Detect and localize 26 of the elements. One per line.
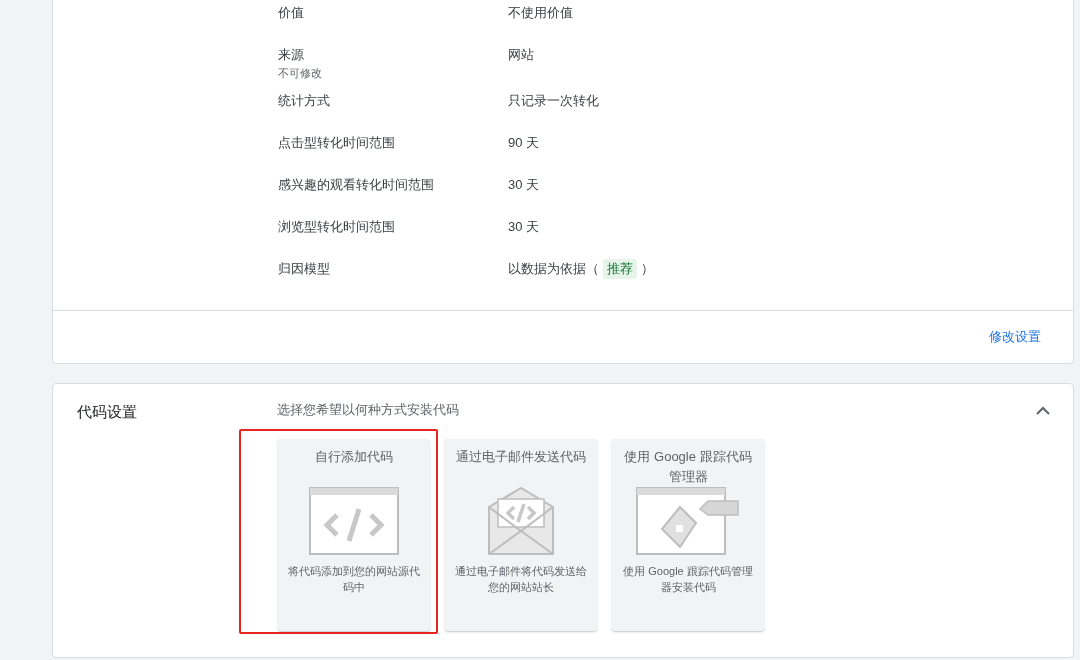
recommended-tag: 推荐 [603, 259, 637, 279]
section-subtitle: 选择您希望以何种方式安装代码 [277, 401, 460, 419]
setting-label: 浏览型转化时间范围 [278, 218, 396, 236]
code-window-icon [309, 487, 399, 555]
setting-value: ） [641, 260, 654, 278]
setting-value: 30 天 [508, 218, 540, 236]
setting-value: 网站 [508, 46, 534, 64]
setting-note: 不可修改 [278, 66, 323, 80]
section-title: 代码设置 [77, 402, 138, 422]
setting-value: 不使用价值 [508, 4, 573, 22]
install-option-card[interactable]: 通过电子邮件发送代码 通过电子邮件将代码发送给您的网站站长 [445, 439, 597, 631]
edit-settings-link[interactable]: 修改设置 [989, 328, 1041, 346]
envelope-code-icon [488, 487, 554, 555]
tag-window-icon [636, 487, 740, 555]
install-option-card[interactable]: 自行添加代码 将代码添加到您的网站源代码中 [278, 439, 430, 631]
setting-value: 只记录一次转化 [508, 92, 599, 110]
setting-label: 感兴趣的观看转化时间范围 [278, 176, 435, 194]
setting-label: 点击型转化时间范围 [278, 134, 396, 152]
setting-value: 90 天 [508, 134, 540, 152]
setting-label: 来源 [278, 46, 305, 64]
setting-label: 归因模型 [278, 260, 331, 278]
install-option-card[interactable]: 使用 Google 跟踪代码管理器 使用 Google 跟踪代码管理器安装代码 [612, 439, 764, 631]
setting-value: 以数据为依据（ [508, 260, 599, 278]
setting-label: 统计方式 [278, 92, 331, 110]
setting-label: 价值 [278, 4, 305, 22]
setting-value: 30 天 [508, 176, 540, 194]
